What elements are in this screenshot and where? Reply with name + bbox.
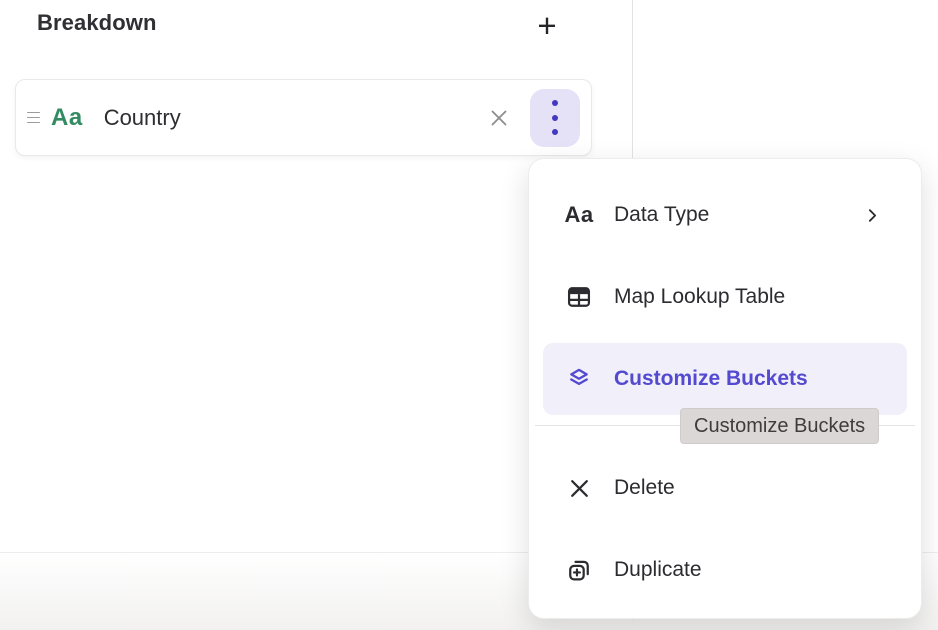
chevron-right-icon [864,207,881,224]
text-type-icon: Aa [563,202,595,228]
breakdown-card: Aa Country [15,79,592,156]
add-breakdown-button[interactable]: + [527,5,567,45]
menu-item-customize-buckets[interactable]: Customize Buckets [543,343,907,415]
panel-title: Breakdown [37,10,156,36]
menu-item-map-lookup-table[interactable]: Map Lookup Table [543,261,907,333]
menu-item-delete[interactable]: Delete [543,452,907,524]
menu-item-label: Data Type [614,203,709,227]
customize-buckets-tooltip: Customize Buckets [680,408,879,444]
drag-handle-icon[interactable] [25,106,42,130]
remove-breakdown-button[interactable] [481,100,517,136]
menu-item-label: Delete [614,476,675,500]
table-icon [563,283,595,311]
page-root: { "colors": { "accent_purple": "#544ACF"… [0,0,938,630]
breakdown-property-label: Country [104,105,181,131]
duplicate-icon [563,556,595,584]
property-type-badge: Aa [51,104,83,132]
menu-item-label: Map Lookup Table [614,285,785,309]
x-delete-icon [563,476,595,501]
close-icon [487,106,511,130]
menu-item-duplicate[interactable]: Duplicate [543,534,907,606]
menu-item-data-type[interactable]: Aa Data Type [543,179,907,251]
breakdown-options-menu: Aa Data Type Map Lookup Table Customize … [528,158,922,619]
menu-item-label: Customize Buckets [614,367,808,391]
more-options-button[interactable] [530,89,580,147]
buckets-layers-icon [563,365,595,393]
menu-item-label: Duplicate [614,558,702,582]
plus-icon: + [537,9,556,42]
